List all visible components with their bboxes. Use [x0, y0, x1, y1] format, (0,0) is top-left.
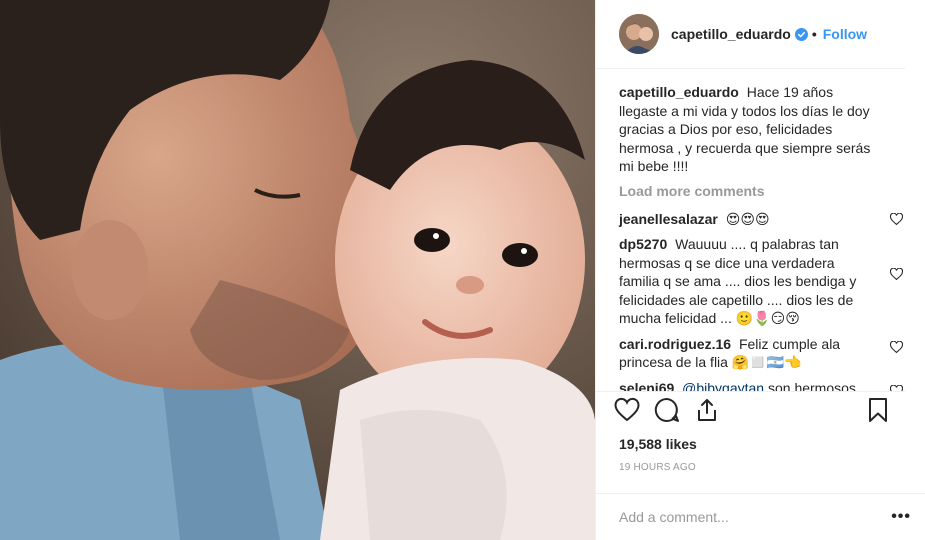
comment-mention[interactable]: @bibygaytan: [682, 380, 764, 392]
comment-bubble-icon[interactable]: [654, 397, 680, 423]
comment-emojis: 🤗◻️🇦🇷👈: [731, 354, 802, 371]
action-bar: [596, 391, 905, 427]
follow-button[interactable]: Follow: [823, 26, 867, 42]
comment-item: dp5270 Wauuuu .... q palabras tan hermos…: [619, 235, 903, 328]
comment-username[interactable]: dp5270: [619, 236, 667, 252]
share-icon[interactable]: [694, 397, 720, 423]
comment-username[interactable]: cari.rodriguez.16: [619, 336, 731, 352]
comment-username[interactable]: seleni69: [619, 380, 674, 392]
add-comment-bar: •••: [596, 492, 925, 540]
like-comment-heart-icon[interactable]: [890, 212, 903, 225]
post-timestamp[interactable]: 19 HOURS AGO: [596, 452, 925, 493]
load-more-comments-button[interactable]: Load more comments: [619, 183, 901, 199]
comment-item: seleni69 @bibygaytan son hermosos tus hi…: [619, 379, 903, 392]
like-comment-heart-icon[interactable]: [890, 268, 903, 281]
comments-list: capetillo_eduardo Hace 19 años llegaste …: [596, 69, 925, 392]
comment-emojis: 🙂🌷😏😚: [735, 310, 800, 327]
more-options-icon[interactable]: •••: [891, 508, 911, 526]
header-username[interactable]: capetillo_eduardo: [671, 26, 791, 42]
avatar-photo: [619, 14, 659, 55]
add-comment-input[interactable]: [619, 508, 892, 525]
verified-badge-icon: [794, 27, 808, 41]
caption-username[interactable]: capetillo_eduardo: [619, 84, 739, 100]
post-sidebar: capetillo_eduardo • Follow capetillo_edu…: [595, 0, 925, 540]
post-photo[interactable]: [0, 0, 595, 540]
instagram-post: capetillo_eduardo • Follow capetillo_edu…: [0, 0, 925, 540]
comment-emojis: 😍😍😍: [725, 210, 770, 227]
comment-username[interactable]: jeanellesalazar: [619, 211, 718, 227]
comment-item: jeanellesalazar 😍😍😍: [619, 210, 903, 229]
bookmark-icon[interactable]: [865, 397, 891, 423]
avatar[interactable]: [619, 14, 659, 55]
comment-item: cari.rodriguez.16 Feliz cumple ala princ…: [619, 335, 903, 372]
like-comment-heart-icon[interactable]: [890, 340, 903, 353]
like-heart-icon[interactable]: [614, 397, 640, 423]
header-separator: •: [811, 26, 817, 43]
photo-father-kissing-baby: [0, 0, 595, 540]
likes-count[interactable]: 19,588 likes: [596, 428, 925, 452]
like-comment-heart-icon[interactable]: [890, 384, 903, 392]
caption: capetillo_eduardo Hace 19 años llegaste …: [619, 83, 901, 176]
post-header: capetillo_eduardo • Follow: [596, 0, 905, 70]
